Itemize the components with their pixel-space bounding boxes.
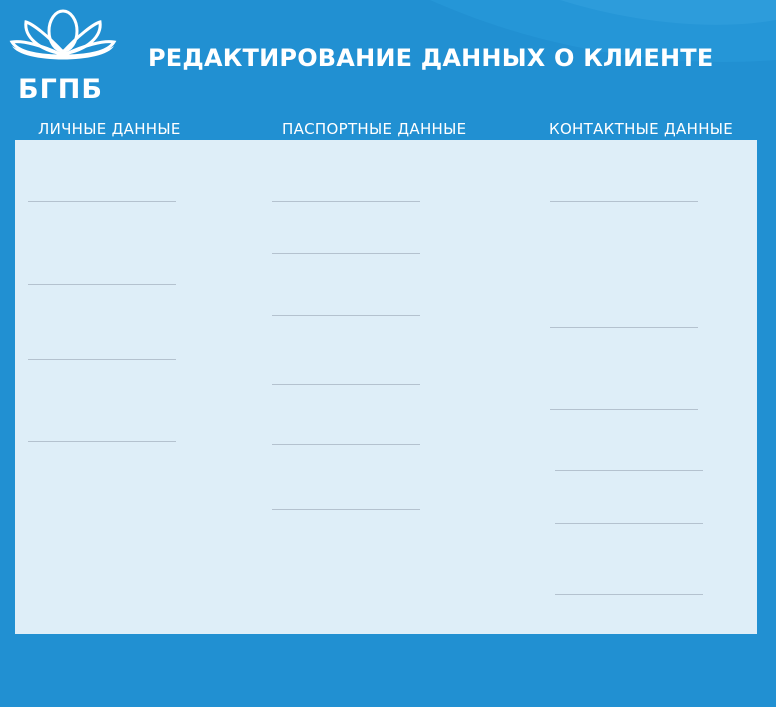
section-heading-contact: КОНТАКТНЫЕ ДАННЫЕ <box>549 120 734 138</box>
personal-field-2-input-line[interactable] <box>28 284 176 285</box>
passport-field-1-input-line[interactable] <box>272 201 420 202</box>
section-heading-personal: ЛИЧНЫЕ ДАННЫЕ <box>38 120 181 138</box>
passport-field-6-input-line[interactable] <box>272 509 420 510</box>
page-title: РЕДАКТИРОВАНИЕ ДАННЫХ О КЛИЕНТЕ <box>148 44 714 72</box>
passport-field-4-input-line[interactable] <box>272 384 420 385</box>
passport-field-5-input-line[interactable] <box>272 444 420 445</box>
contact-field-2-input-line[interactable] <box>550 327 698 328</box>
brand-name: БГПБ <box>18 74 103 105</box>
contact-field-3-input-line[interactable] <box>550 409 698 410</box>
contact-field-1-input-line[interactable] <box>550 201 698 202</box>
contact-field-5-input-line[interactable] <box>555 523 703 524</box>
brand-logo: БГПБ <box>8 6 118 105</box>
passport-field-3-input-line[interactable] <box>272 315 420 316</box>
section-heading-passport: ПАСПОРТНЫЕ ДАННЫЕ <box>282 120 467 138</box>
personal-field-4-input-line[interactable] <box>28 441 176 442</box>
contact-field-4-input-line[interactable] <box>555 470 703 471</box>
client-data-panel <box>15 140 757 634</box>
personal-field-1-input-line[interactable] <box>28 201 176 202</box>
contact-field-6-input-line[interactable] <box>555 594 703 595</box>
passport-field-2-input-line[interactable] <box>272 253 420 254</box>
personal-field-3-input-line[interactable] <box>28 359 176 360</box>
lotus-flower-icon <box>9 9 117 60</box>
